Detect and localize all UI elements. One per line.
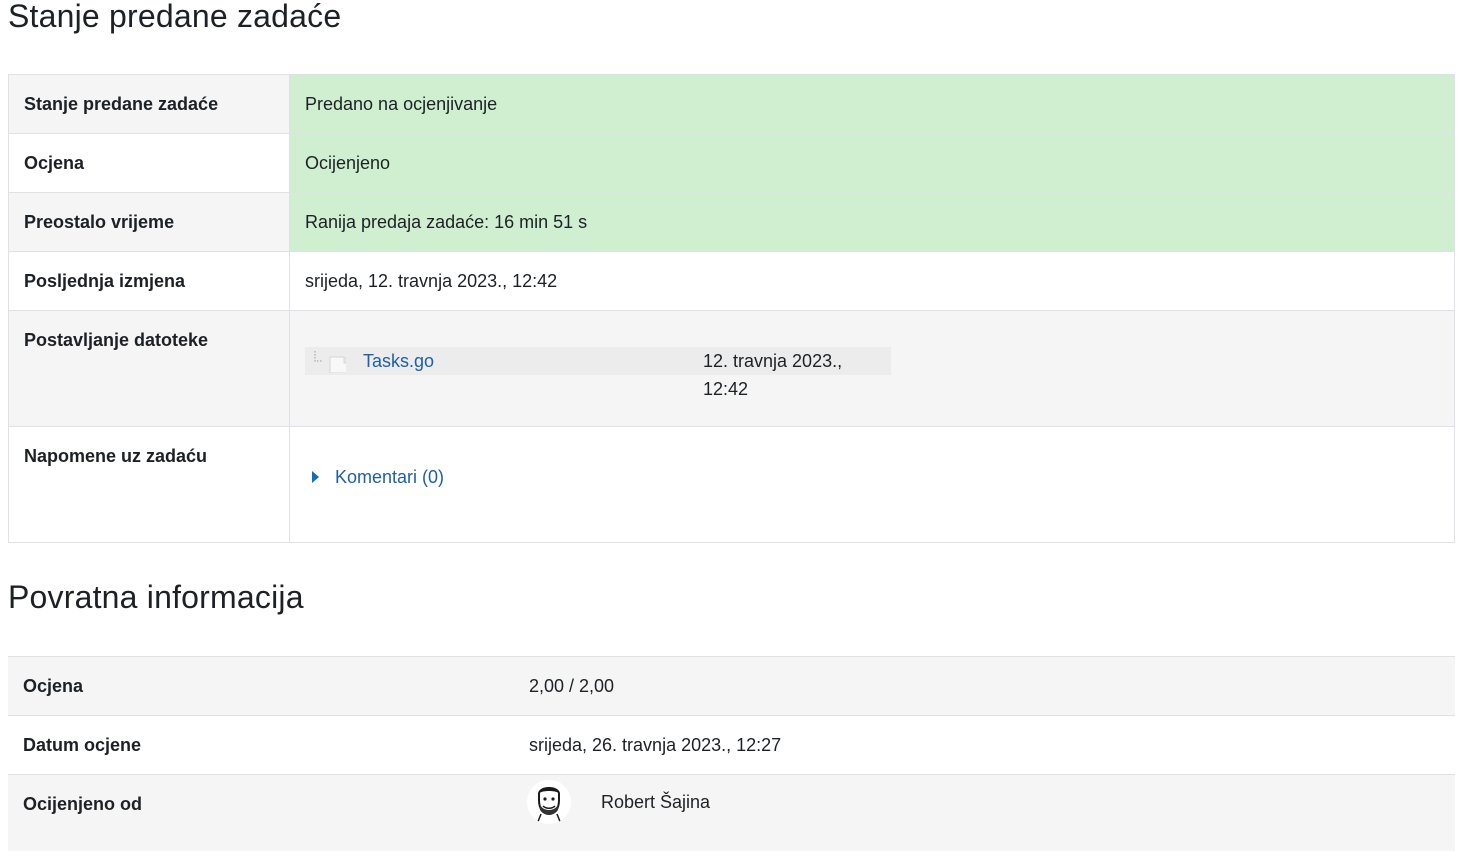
table-row: Napomene uz zadaću Komentari (0) [8,426,1455,543]
row-label: Stanje predane zadaće [8,74,290,134]
graded-by-cell: Robert Šajina [514,775,1455,852]
comments-link[interactable]: Komentari (0) [335,465,444,489]
submission-status-heading: Stanje predane zadaće [8,0,342,34]
grading-status-value: Ocijenjeno [289,133,1455,193]
table-row: Ocjena Ocijenjeno [8,133,1455,193]
table-row: Posljednja izmjena srijeda, 12. travnja … [8,251,1455,311]
last-modified-value: srijeda, 12. travnja 2023., 12:42 [289,251,1455,311]
row-label: Postavljanje datoteke [8,310,290,427]
submission-comments-cell: Komentari (0) [289,426,1455,543]
row-label: Ocjena [8,656,514,716]
row-label: Napomene uz zadaću [8,426,290,543]
time-remaining-value: Ranija predaja zadaće: 16 min 51 s [289,192,1455,252]
caret-right-icon [312,471,319,483]
row-label: Ocjena [8,133,290,193]
file-link[interactable]: Tasks.go [363,347,434,375]
feedback-heading: Povratna informacija [8,579,304,615]
file-date: 12. travnja 2023., 12:42 [703,351,843,399]
submission-status-value: Predano na ocjenjivanje [289,74,1455,134]
document-icon [314,351,346,373]
table-row: Ocjena 2,00 / 2,00 [8,656,1455,716]
table-row: Stanje predane zadaće Predano na ocjenji… [8,74,1455,134]
grade-value: 2,00 / 2,00 [514,656,1455,716]
row-label: Posljednja izmjena [8,251,290,311]
table-row: Ocijenjeno od Robert Šajina [8,774,1455,852]
file-submissions-cell: Tasks.go 12. travnja 2023., 12:42 [289,310,1455,427]
row-label: Ocijenjeno od [23,794,143,814]
row-label: Preostalo vrijeme [8,192,290,252]
grader: Robert Šajina [527,765,1440,839]
table-row: Preostalo vrijeme Ranija predaja zadaće:… [8,192,1455,252]
table-row: Postavljanje datoteke Tasks.go 12. travn… [8,310,1455,427]
grader-name[interactable]: Robert Šajina [601,773,710,831]
user-avatar-image [527,780,571,824]
row-label: Datum ocjene [8,715,514,775]
comments-toggle[interactable]: Komentari (0) [305,465,1439,489]
file-item: Tasks.go 12. travnja 2023., 12:42 [305,347,891,399]
user-avatar[interactable] [527,780,571,824]
feedback-table: Ocjena 2,00 / 2,00 Datum ocjene srijeda,… [8,656,1455,851]
submission-status-table: Stanje predane zadaće Predano na ocjenji… [8,74,1455,543]
